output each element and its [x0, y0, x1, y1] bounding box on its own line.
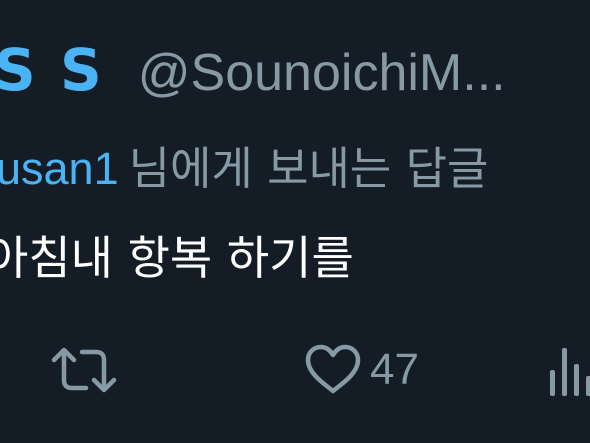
like-count: 47 [370, 345, 419, 394]
heart-icon [304, 344, 362, 396]
reply-to-user-link[interactable]: usan1 [0, 143, 119, 194]
tweet-body: 아침내 항복 하기를 [0, 231, 354, 285]
tweet-card: S S @SounoichiM... usan1 님에게 보내는 답글 아침내 항… [0, 0, 590, 443]
like-button[interactable]: 47 [304, 344, 419, 396]
analytics-button[interactable] [546, 342, 590, 398]
reply-context: usan1 님에게 보내는 답글 [0, 132, 488, 197]
display-name[interactable]: S S [0, 36, 104, 104]
analytics-icon [546, 342, 590, 398]
user-handle[interactable]: @SounoichiM... [138, 43, 506, 103]
reply-to-label: 님에게 보내는 답글 [128, 142, 489, 195]
retweet-icon [50, 344, 118, 396]
retweet-button[interactable] [50, 344, 118, 396]
tweet-header: S S @SounoichiM... [0, 36, 506, 104]
tweet-actions: 47 [0, 340, 590, 410]
